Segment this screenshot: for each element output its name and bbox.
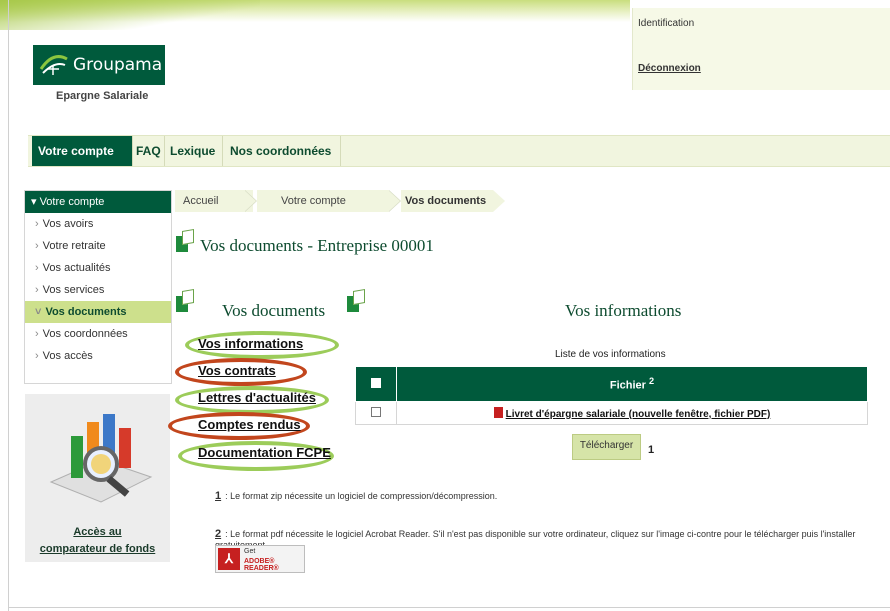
- page-border: [8, 0, 9, 611]
- comparateur-panel: Accès au comparateur de fonds: [25, 394, 170, 562]
- section-doc-icon: [176, 296, 188, 312]
- doc-link-vos-informations[interactable]: Vos informations: [198, 336, 303, 351]
- breadcrumb-accueil[interactable]: Accueil: [175, 190, 253, 212]
- file-column-header: Fichier 2: [396, 366, 868, 402]
- chevron-right-icon: ›: [35, 284, 39, 296]
- footnote-1: 1: Le format zip nécessite un logiciel d…: [215, 490, 497, 502]
- table-header-row: Fichier 2: [355, 366, 868, 402]
- page-bottom-border: [8, 607, 890, 608]
- nav-votre-compte[interactable]: Votre compte: [32, 136, 133, 166]
- chevron-down-icon: ˅: [35, 306, 42, 318]
- sidebar-item-label: Vos services: [42, 284, 105, 296]
- informations-section-title: Vos informations: [565, 301, 682, 320]
- comparateur-link-line1[interactable]: Accès au: [25, 526, 170, 538]
- nav-lexique[interactable]: Lexique: [164, 136, 223, 166]
- chevron-right-icon: ›: [35, 262, 39, 274]
- footnote-2-text: : Le format pdf nécessite le logiciel Ac…: [215, 529, 856, 550]
- breadcrumb-arrow: [388, 190, 400, 212]
- sidebar-item-vos-actualites[interactable]: › Vos actualités: [25, 257, 171, 279]
- identification-label: Identification: [638, 18, 695, 29]
- chevron-right-icon: ›: [35, 328, 39, 340]
- select-all-cell: [355, 366, 397, 402]
- sidebar-menu: ▾ Votre compte › Vos avoirs › Votre retrai…: [24, 190, 172, 384]
- files-table: Fichier 2 Livret d'épargne salariale (no…: [355, 366, 868, 425]
- sidebar-item-label: Vos coordonnées: [42, 328, 128, 340]
- doc-link-comptes-rendus[interactable]: Comptes rendus: [198, 417, 301, 432]
- footnote-2: 2: Le format pdf nécessite le logiciel A…: [215, 528, 885, 550]
- select-all-checkbox[interactable]: [371, 377, 381, 388]
- files-list-caption: Liste de vos informations: [555, 349, 666, 360]
- file-column-label: Fichier: [609, 379, 646, 392]
- title-doc-icon: [176, 236, 188, 252]
- sidebar-item-vos-services[interactable]: › Vos services: [25, 279, 171, 301]
- breadcrumb-votre-compte[interactable]: Votre compte: [257, 190, 389, 212]
- chevron-right-icon: ›: [35, 240, 39, 252]
- brand-subtitle: Epargne Salariale: [56, 90, 149, 102]
- doc-link-documentation-fcpe[interactable]: Documentation FCPE: [198, 445, 331, 460]
- comparateur-link-line2[interactable]: comparateur de fonds: [25, 543, 170, 555]
- adobe-icon: ⅄: [218, 548, 240, 570]
- file-column-sup: 2: [649, 376, 655, 387]
- adobe-reader-label: ADOBE® READER®: [244, 558, 279, 572]
- brand-name: Groupama: [73, 55, 163, 75]
- sidebar-item-votre-retraite[interactable]: › Votre retraite: [25, 235, 171, 257]
- sidebar-item-vos-avoirs[interactable]: › Vos avoirs: [25, 213, 171, 235]
- main-nav: Votre compte FAQ Lexique Nos coordonnées: [28, 135, 890, 167]
- pdf-icon: [493, 406, 503, 418]
- get-adobe-reader-button[interactable]: ⅄ Get ADOBE® READER®: [215, 545, 305, 573]
- logout-link[interactable]: Déconnexion: [638, 63, 701, 74]
- breadcrumb-vos-documents: Vos documents: [401, 190, 493, 212]
- row-checkbox[interactable]: [371, 406, 381, 417]
- file-link[interactable]: Livret d'épargne salariale (nouvelle fen…: [506, 409, 771, 420]
- groupama-logo[interactable]: Groupama: [33, 45, 165, 85]
- chevron-right-icon: ›: [35, 350, 39, 362]
- sidebar-item-label: Vos accès: [42, 350, 93, 362]
- identification-panel: Identification Déconnexion: [632, 8, 890, 90]
- documents-section-title: Vos documents: [222, 301, 326, 320]
- sidebar-item-vos-acces[interactable]: › Vos accès: [25, 345, 171, 367]
- chart-magnifier-icon[interactable]: [41, 402, 159, 512]
- doc-link-lettres-actualites[interactable]: Lettres d'actualités: [198, 390, 316, 405]
- breadcrumb-arrow: [493, 190, 505, 212]
- adobe-get-label: Get: [244, 548, 256, 555]
- section-info-icon: [347, 296, 359, 312]
- sidebar-item-label: Vos avoirs: [42, 218, 94, 230]
- groupama-leaf-icon: [33, 45, 73, 85]
- footnote-1-text: : Le format zip nécessite un logiciel de…: [225, 491, 498, 501]
- sidebar-item-label: Votre retraite: [42, 240, 106, 252]
- caret-down-icon: ▾: [31, 196, 40, 208]
- download-button[interactable]: Télécharger: [572, 434, 641, 460]
- sidebar-item-label: Vos documents: [45, 306, 127, 318]
- nav-faq[interactable]: FAQ: [130, 136, 165, 166]
- chevron-right-icon: ›: [35, 218, 39, 230]
- page-title: Vos documents - Entreprise 00001: [200, 236, 434, 255]
- sidebar-head[interactable]: ▾ Votre compte: [25, 191, 171, 213]
- sidebar-head-label: Votre compte: [39, 196, 105, 208]
- doc-link-vos-contrats[interactable]: Vos contrats: [198, 363, 276, 378]
- sidebar-item-vos-coordonnees[interactable]: › Vos coordonnées: [25, 323, 171, 345]
- row-checkbox-cell: [355, 401, 397, 425]
- top-decor-band: [0, 0, 630, 30]
- sidebar-item-vos-documents[interactable]: ˅ Vos documents: [25, 301, 171, 323]
- download-footnote-marker: 1: [648, 444, 655, 456]
- footnote-2-number: 2: [215, 528, 222, 540]
- nav-nos-coordonnees[interactable]: Nos coordonnées: [224, 136, 341, 166]
- file-cell: Livret d'épargne salariale (nouvelle fen…: [396, 401, 868, 425]
- breadcrumb-arrow: [244, 190, 256, 212]
- sidebar-item-label: Vos actualités: [42, 262, 111, 274]
- table-row: Livret d'épargne salariale (nouvelle fen…: [355, 401, 868, 425]
- footnote-1-number: 1: [215, 490, 222, 502]
